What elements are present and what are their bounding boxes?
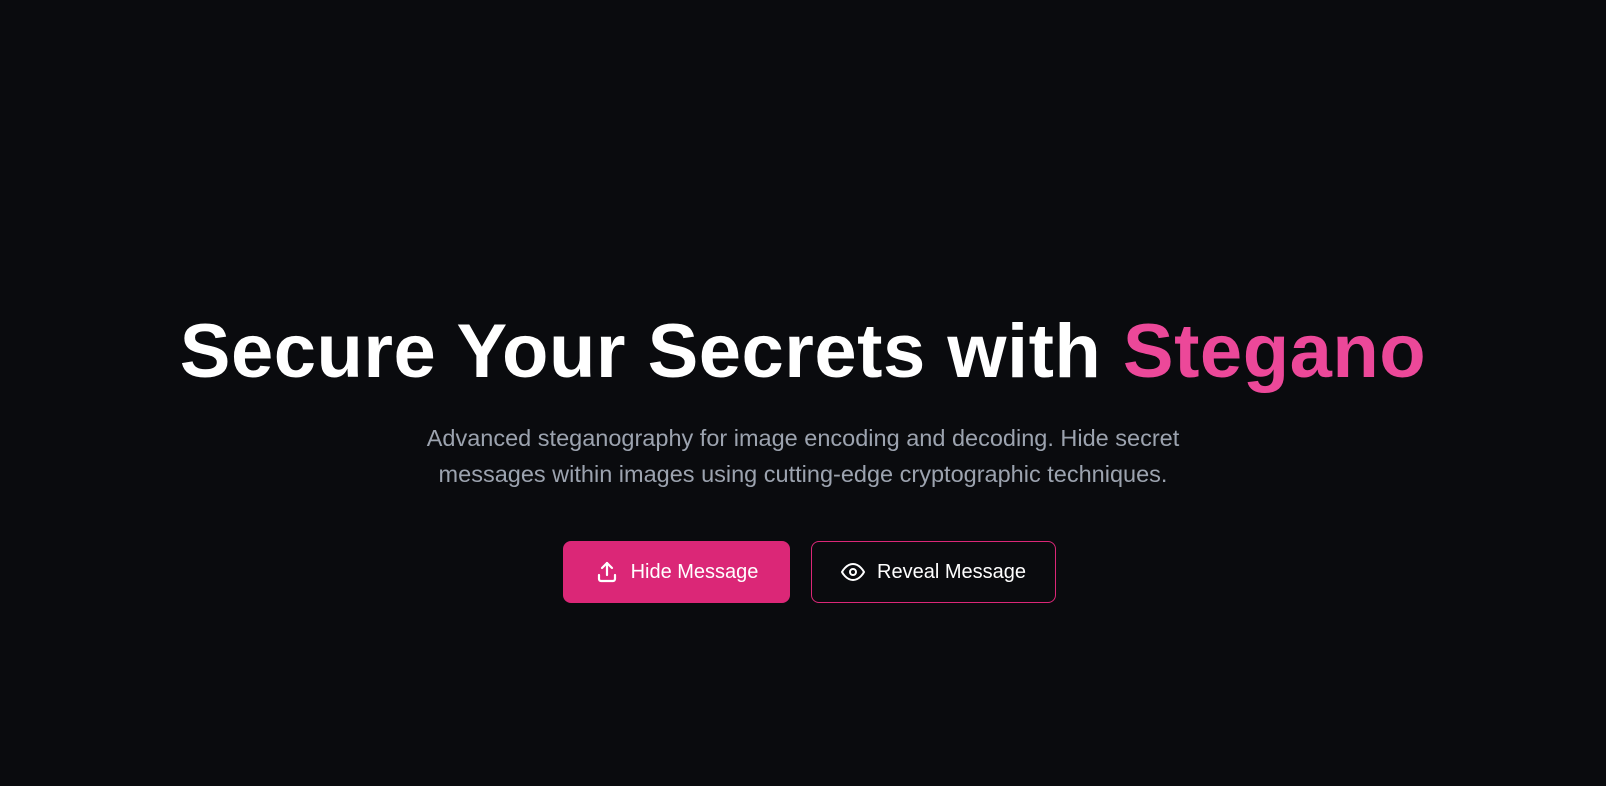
hide-message-label: Hide Message: [630, 560, 759, 583]
reveal-message-button[interactable]: Reveal Message: [811, 541, 1056, 603]
hide-message-button[interactable]: Hide Message: [563, 541, 790, 603]
reveal-message-label: Reveal Message: [877, 560, 1026, 583]
hero-title-main: Secure Your Secrets with: [179, 309, 1123, 394]
hero-title: Secure Your Secrets with Stegano: [0, 308, 1606, 396]
hero-section: Secure Your Secrets with Stegano Advance…: [0, 0, 1606, 786]
eye-icon: [841, 560, 866, 584]
upload-icon: [595, 560, 619, 584]
hero-title-accent: Stegano: [1122, 309, 1427, 394]
hero-subtitle: Advanced steganography for image encodin…: [426, 425, 1180, 487]
